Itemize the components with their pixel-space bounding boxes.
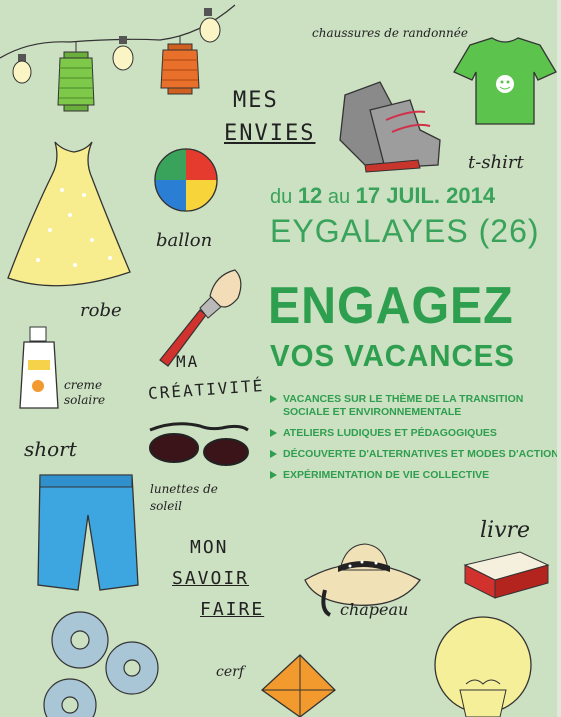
label-robe: robe: [80, 300, 122, 321]
bulb-icon: [12, 54, 32, 84]
lantern-icon: [160, 36, 200, 95]
label-tshirt: t-shirt: [468, 152, 524, 173]
beach-ball-icon: [154, 148, 218, 212]
label-ballon: ballon: [156, 230, 213, 251]
page-edge: [557, 0, 561, 717]
tshirt-icon: [453, 37, 557, 125]
label-cerf: cerf: [216, 664, 244, 680]
event-dates: du 12 au 17 JUIL. 2014: [270, 183, 496, 208]
triangle-icon: [270, 395, 277, 403]
bullet-item: Découverte d'alternatives et modes d'act…: [270, 448, 560, 461]
gears-icon: [43, 611, 159, 717]
event-location: EYGALAYES (26): [270, 213, 540, 249]
bulb-icon: [112, 36, 134, 71]
label-faire: FAIRE: [200, 599, 265, 620]
poster: chaussures de randonnée MES ENVIES t-shi…: [0, 0, 561, 717]
triangle-icon: [270, 471, 277, 479]
label-ma: MA: [176, 352, 200, 371]
label-livre: livre: [480, 518, 531, 543]
label-chapeau: chapeau: [340, 600, 409, 619]
lightbulb-icon: [434, 616, 532, 717]
paintbrush-icon: [159, 269, 242, 367]
label-savoir: SAVOIR: [172, 568, 250, 589]
triangle-icon: [270, 429, 277, 437]
kite-icon: [260, 654, 336, 717]
label-lunettes: lunettes de soleil: [150, 482, 218, 513]
sunglasses-icon: [149, 422, 249, 466]
dress-icon: [7, 141, 131, 287]
bullet-item: Vacances sur le thème de la transition s…: [270, 393, 560, 419]
label-envies: ENVIES: [224, 121, 316, 146]
bulb-icon: [199, 8, 221, 43]
label-chaussures: chaussures de randonnée: [312, 26, 468, 40]
bullet-list: Vacances sur le thème de la transition s…: [270, 393, 560, 490]
bullet-item: Ateliers ludiques et pédagogiques: [270, 427, 560, 440]
shorts-icon: [37, 474, 139, 591]
book-icon: [463, 551, 550, 599]
label-short: short: [24, 437, 77, 461]
label-mon: MON: [190, 537, 229, 558]
title-line-1: ENGAGEZ: [268, 277, 514, 335]
bullet-item: Expérimentation de vie collective: [270, 469, 560, 482]
label-mes: MES: [233, 88, 279, 113]
sunscreen-icon: [19, 326, 59, 409]
label-creme: creme solaire: [64, 378, 106, 407]
lantern-icon: [57, 42, 95, 112]
triangle-icon: [270, 450, 277, 458]
hiking-boots-icon: [339, 81, 441, 173]
title-line-2: VOS VACANCES: [270, 338, 515, 373]
